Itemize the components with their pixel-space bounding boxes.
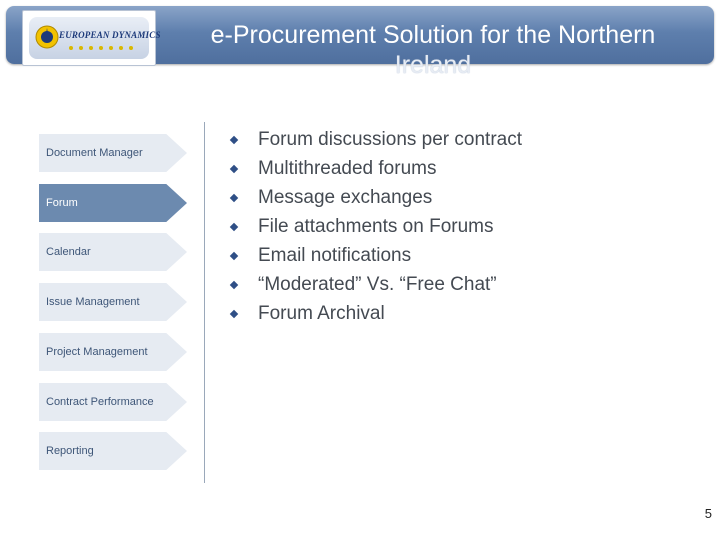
diamond-bullet-icon (229, 193, 239, 203)
nav-item-label: Calendar (46, 246, 91, 258)
page-number: 5 (704, 506, 712, 521)
list-item: File attachments on Forums (228, 213, 522, 242)
list-item-text: Email notifications (258, 245, 412, 266)
list-item: Email notifications (228, 242, 522, 271)
list-item-text: Forum Archival (258, 303, 385, 324)
logo-stars-icon (69, 46, 133, 50)
logo-text: EUROPEAN DYNAMICS (59, 30, 161, 40)
nav-item-label: Document Manager (46, 147, 143, 159)
page-title: e-Procurement Solution for the Northern … (158, 20, 708, 80)
vertical-divider (204, 122, 205, 483)
title-line-2: Ireland (394, 51, 472, 79)
list-item-text: File attachments on Forums (258, 216, 494, 237)
company-logo: EUROPEAN DYNAMICS (22, 10, 160, 66)
list-item-text: Multithreaded forums (258, 158, 437, 179)
nav-item-calendar[interactable]: Calendar (39, 233, 187, 271)
list-item: Message exchanges (228, 184, 522, 213)
nav-item-contract-performance[interactable]: Contract Performance (39, 383, 187, 421)
nav-item-label: Contract Performance (46, 396, 154, 408)
nav-item-label: Project Management (46, 346, 148, 358)
nav-item-label: Forum (46, 197, 78, 209)
list-item-text: Message exchanges (258, 187, 433, 208)
list-item: “Moderated” Vs. “Free Chat” (228, 271, 522, 300)
list-item: Multithreaded forums (228, 155, 522, 184)
nav-item-issue-management[interactable]: Issue Management (39, 283, 187, 321)
diamond-bullet-icon (229, 135, 239, 145)
nav-item-forum[interactable]: Forum (39, 184, 187, 222)
list-item: Forum Archival (228, 300, 522, 329)
diamond-bullet-icon (229, 309, 239, 319)
diamond-bullet-icon (229, 251, 239, 261)
nav-item-document-manager[interactable]: Document Manager (39, 134, 187, 172)
list-item-text: “Moderated” Vs. “Free Chat” (258, 274, 497, 295)
diamond-bullet-icon (229, 280, 239, 290)
nav-item-project-management[interactable]: Project Management (39, 333, 187, 371)
title-line-1: e-Procurement Solution for the Northern (210, 21, 656, 49)
feature-list: Forum discussions per contract Multithre… (228, 126, 522, 329)
logo-background: EUROPEAN DYNAMICS (29, 17, 160, 59)
logo-emblem-icon (35, 25, 59, 49)
list-item: Forum discussions per contract (228, 126, 522, 155)
nav-item-reporting[interactable]: Reporting (39, 432, 187, 470)
diamond-bullet-icon (229, 164, 239, 174)
nav-item-label: Issue Management (46, 296, 140, 308)
list-item-text: Forum discussions per contract (258, 129, 522, 150)
diamond-bullet-icon (229, 222, 239, 232)
nav-item-label: Reporting (46, 445, 94, 457)
